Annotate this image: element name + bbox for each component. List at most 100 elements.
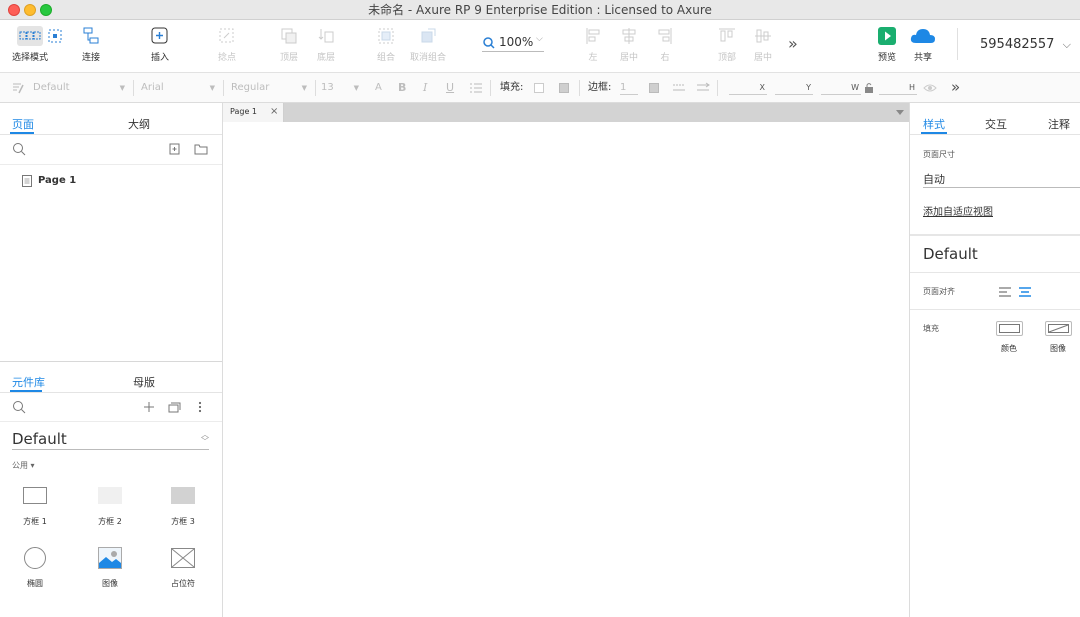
minimize-window-button[interactable]: [24, 4, 36, 16]
account-menu[interactable]: 595482557 ⌵: [980, 37, 1071, 52]
h-label: H: [908, 83, 915, 92]
align-left-page-icon[interactable]: [998, 287, 1012, 297]
align-left-label: 左: [588, 53, 598, 63]
italic-icon: I: [423, 81, 428, 94]
tab-style[interactable]: 样式: [923, 116, 945, 132]
align-center-icon: [618, 26, 640, 46]
connect-label: 连接: [81, 53, 100, 63]
zoom-window-button[interactable]: [40, 4, 52, 16]
h-input[interactable]: H: [879, 81, 917, 95]
widget-placeholder[interactable]: 占位符: [158, 547, 208, 599]
zoom-dropdown[interactable]: 100% ⌵: [482, 34, 544, 52]
tab-notes[interactable]: 注释: [1048, 116, 1070, 132]
share-button[interactable]: 共享: [908, 26, 938, 63]
divider: [910, 272, 1080, 273]
style-dropdown[interactable]: Default ▼: [33, 73, 129, 103]
widget-ellipse[interactable]: 椭圆: [10, 547, 60, 599]
library-stack-icon[interactable]: [168, 401, 182, 413]
fill-color-button[interactable]: 颜色: [994, 321, 1024, 363]
format-painter-icon[interactable]: [11, 81, 25, 95]
font-size-dropdown[interactable]: 13 ▼: [321, 73, 363, 103]
close-window-button[interactable]: [8, 4, 20, 16]
x-input[interactable]: X: [729, 81, 767, 95]
widget-box3[interactable]: 方框 3: [158, 484, 208, 536]
widget-box2[interactable]: 方框 2: [85, 484, 135, 536]
font-weight-dropdown[interactable]: Regular ▼: [231, 73, 311, 103]
align-middle-button[interactable]: 居中: [752, 26, 774, 63]
style-caret-icon: ▼: [119, 84, 125, 92]
image-icon: [98, 547, 122, 569]
ellipse-icon: [24, 547, 46, 569]
underline-button[interactable]: U: [446, 73, 454, 103]
align-middle-label: 居中: [753, 53, 772, 63]
top-layer-button[interactable]: 顶层: [276, 26, 302, 63]
align-center-page-icon[interactable]: [1018, 287, 1032, 297]
border-width-input[interactable]: 1: [620, 81, 638, 95]
account-chevron-icon: ⌵: [1062, 38, 1071, 51]
page-style-name[interactable]: Default: [923, 245, 978, 263]
fill-shadow-swatch[interactable]: [559, 83, 569, 93]
bold-icon: B: [398, 81, 407, 94]
widget-image[interactable]: 图像: [85, 547, 135, 599]
w-input[interactable]: W: [821, 81, 861, 95]
library-selector[interactable]: Default ︿ ﹀: [12, 429, 209, 450]
panel-divider: [0, 361, 222, 362]
box1-icon: [23, 487, 47, 504]
add-library-icon[interactable]: [143, 401, 155, 413]
points-button[interactable]: 捻点: [214, 26, 240, 63]
tab-page-1[interactable]: Page 1 ×: [223, 103, 284, 122]
connect-button[interactable]: 连接: [78, 26, 104, 63]
widget-label: 椭圆: [27, 579, 43, 588]
library-search-icon[interactable]: [12, 400, 26, 414]
library-options-icon[interactable]: [197, 401, 203, 413]
preview-button[interactable]: 预览: [876, 26, 898, 63]
group-button[interactable]: 组合: [373, 26, 399, 63]
align-center-button[interactable]: 居中: [618, 26, 640, 63]
library-section-header[interactable]: 公用 ▾: [12, 460, 35, 471]
crop-select-button[interactable]: [44, 26, 66, 50]
separator: [490, 80, 491, 96]
add-adaptive-view-link[interactable]: 添加自适应视图: [923, 203, 993, 218]
border-style-icon[interactable]: [672, 82, 686, 94]
separator: [315, 80, 316, 96]
arrow-style-icon[interactable]: [696, 82, 710, 94]
font-dropdown[interactable]: Arial ▼: [141, 73, 219, 103]
align-top-button[interactable]: 顶部: [716, 26, 738, 63]
align-right-button[interactable]: 右: [654, 26, 676, 63]
visibility-eye-icon[interactable]: [923, 83, 937, 93]
bold-button[interactable]: B: [398, 73, 406, 103]
share-cloud-icon: [908, 26, 938, 46]
y-input[interactable]: Y: [775, 81, 813, 95]
ungroup-icon: [417, 26, 439, 46]
fill-image-button[interactable]: 图像: [1043, 321, 1073, 363]
pages-search-icon[interactable]: [12, 142, 26, 156]
add-folder-icon[interactable]: [194, 143, 208, 155]
list-icon[interactable]: [469, 82, 483, 94]
tab-library[interactable]: 元件库: [12, 374, 45, 390]
widget-box1[interactable]: 方框 1: [10, 484, 60, 536]
ungroup-button[interactable]: 取消组合: [408, 26, 448, 63]
lock-icon[interactable]: [864, 82, 874, 94]
align-left-button[interactable]: 左: [582, 26, 604, 63]
tab-outline[interactable]: 大纲: [128, 116, 150, 132]
tab-pages[interactable]: 页面: [12, 116, 34, 132]
canvas-tab-label: Page 1: [230, 107, 257, 116]
tab-list-caret-icon[interactable]: [896, 110, 904, 116]
widget-label: 方框 1: [23, 517, 47, 526]
page-item[interactable]: Page 1: [22, 174, 212, 190]
border-color-swatch[interactable]: [649, 83, 659, 93]
fill-color-swatch[interactable]: [534, 83, 544, 93]
text-color-button[interactable]: A: [375, 73, 382, 103]
add-page-icon[interactable]: [169, 143, 181, 155]
format-more-button[interactable]: »: [951, 78, 960, 96]
insert-button[interactable]: 插入: [144, 26, 176, 63]
page-size-dropdown[interactable]: 自动: [923, 171, 1080, 188]
toolbar-more-button[interactable]: »: [788, 34, 798, 53]
bottom-layer-button[interactable]: 底层: [313, 26, 339, 63]
widget-label: 方框 2: [98, 517, 122, 526]
italic-button[interactable]: I: [423, 73, 427, 103]
tab-interaction[interactable]: 交互: [985, 116, 1007, 132]
design-canvas[interactable]: [223, 122, 909, 617]
close-tab-icon[interactable]: ×: [270, 106, 278, 117]
tab-masters[interactable]: 母版: [133, 374, 155, 390]
